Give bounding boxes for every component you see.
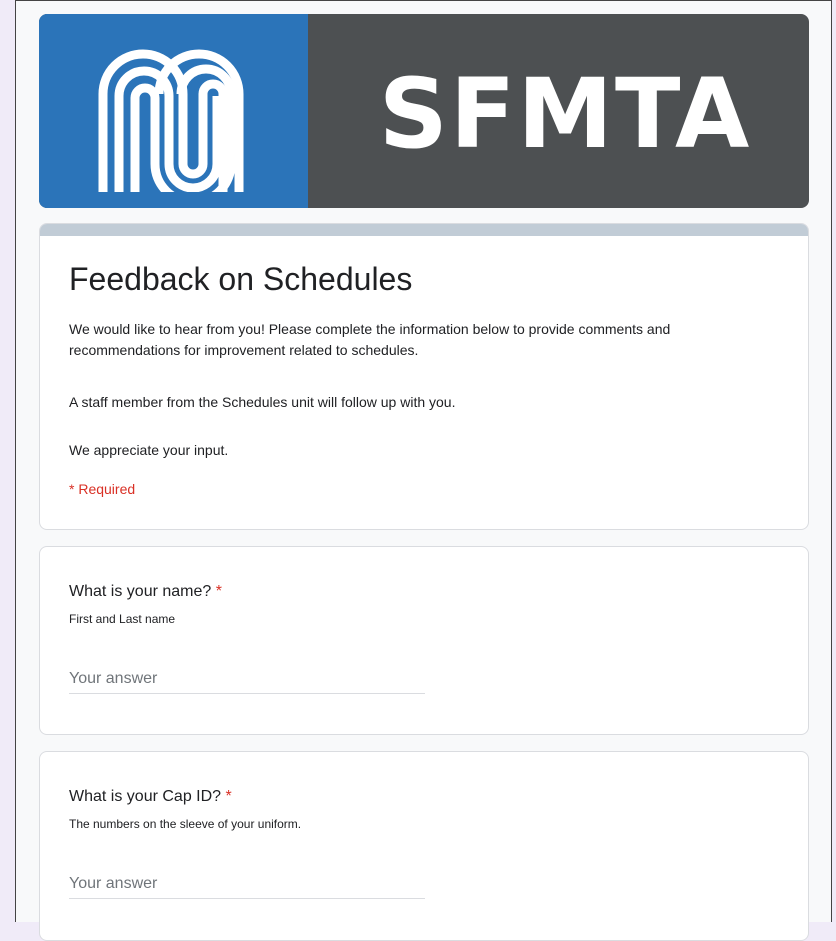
header-banner: SFMTA — [39, 14, 809, 208]
question-card-cap-id: What is your Cap ID? * The numbers on th… — [39, 751, 809, 941]
question-title-text: What is your name? — [69, 583, 212, 600]
banner-logo-panel — [39, 14, 308, 208]
browser-frame: SFMTA Feedback on Schedules We would lik… — [15, 0, 832, 941]
required-asterisk: * — [215, 583, 222, 600]
required-note: * Required — [69, 481, 136, 497]
question-help-text: The numbers on the sleeve of your unifor… — [69, 817, 302, 831]
question-title: What is your name? * — [69, 581, 222, 603]
name-answer-input[interactable] — [69, 665, 425, 694]
form-description-followup: A staff member from the Schedules unit w… — [69, 394, 456, 410]
sfmta-wordmark: SFMTA — [378, 58, 752, 170]
sfmta-worm-logo-icon — [98, 49, 244, 192]
required-asterisk: * — [225, 788, 232, 805]
cap-id-answer-input[interactable] — [69, 870, 425, 899]
form-title: Feedback on Schedules — [69, 261, 413, 297]
form-description-thanks: We appreciate your input. — [69, 442, 229, 458]
question-title: What is your Cap ID? * — [69, 786, 232, 808]
form-header-card: Feedback on Schedules We would like to h… — [39, 223, 809, 530]
question-card-name: What is your name? * First and Last name — [39, 546, 809, 735]
form-description-intro: We would like to hear from you! Please c… — [69, 321, 671, 358]
card-accent-bar — [40, 224, 808, 236]
question-help-text: First and Last name — [69, 612, 176, 626]
question-title-text: What is your Cap ID? — [69, 788, 222, 805]
